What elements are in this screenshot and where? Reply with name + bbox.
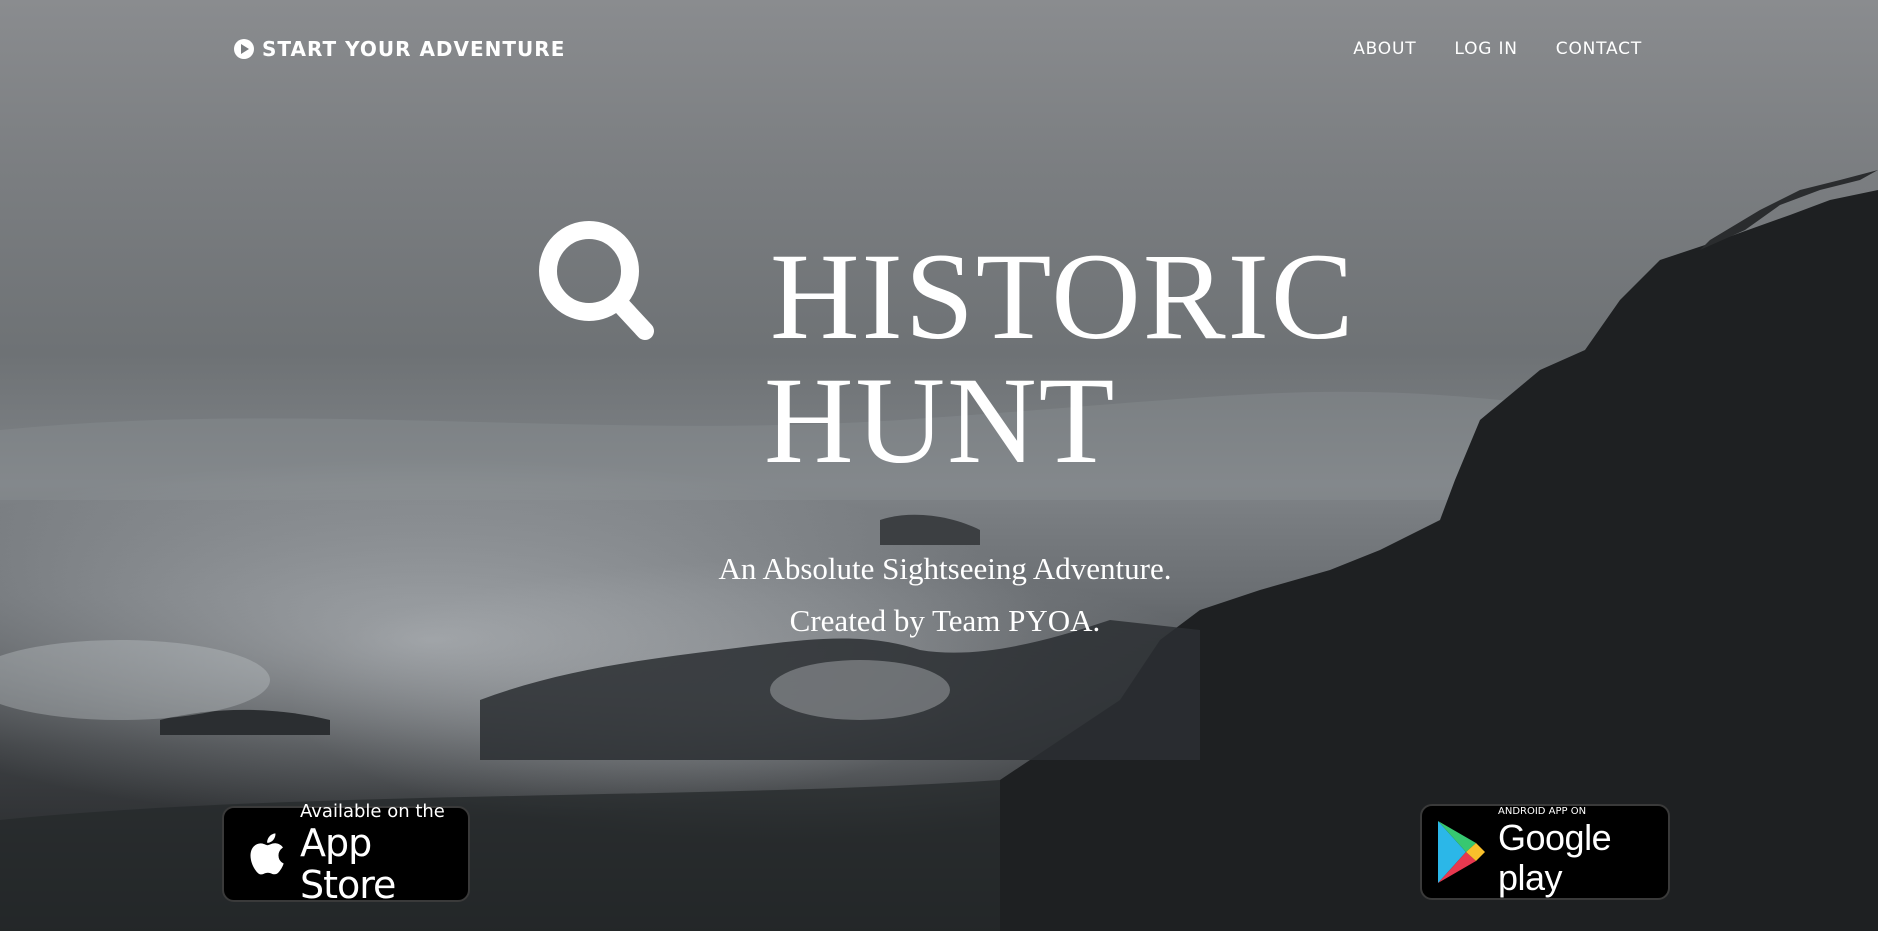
app-store-text: Available on the App Store [300,801,468,907]
title-line-1: HISTORIC [770,228,1356,365]
subtitle-line-1: An Absolute Sightseeing Adventure. [718,551,1172,586]
subtitle-line-2: Created by Team PYOA. [789,603,1101,638]
nav-login-link[interactable]: LOG IN [1454,39,1517,59]
apple-icon [244,829,286,879]
nav-about-link[interactable]: ABOUT [1353,39,1416,59]
nav-links: ABOUT LOG IN CONTACT [1353,39,1642,59]
app-store-small-label: Available on the [300,801,445,822]
search-icon [528,220,658,350]
app-store-big-label: App Store [300,821,396,907]
google-play-text: ANDROID APP ON Google play [1498,806,1668,898]
google-play-big-label: Google play [1498,817,1612,898]
top-navigation: START YOUR ADVENTURE ABOUT LOG IN CONTAC… [0,0,1878,100]
play-circle-icon [234,39,254,59]
title-line-2: HUNT [764,352,1117,489]
hero-subtitle: An Absolute Sightseeing Adventure. Creat… [0,543,1878,647]
nav-contact-link[interactable]: CONTACT [1556,39,1642,59]
google-play-icon [1436,819,1486,885]
app-store-badge[interactable]: Available on the App Store [222,802,470,906]
brand-link[interactable]: START YOUR ADVENTURE [234,37,565,61]
page-title: HISTORIC HUNT [764,228,1356,483]
google-play-badge[interactable]: ANDROID APP ON Google play [1420,804,1670,900]
brand-label: START YOUR ADVENTURE [262,37,566,61]
